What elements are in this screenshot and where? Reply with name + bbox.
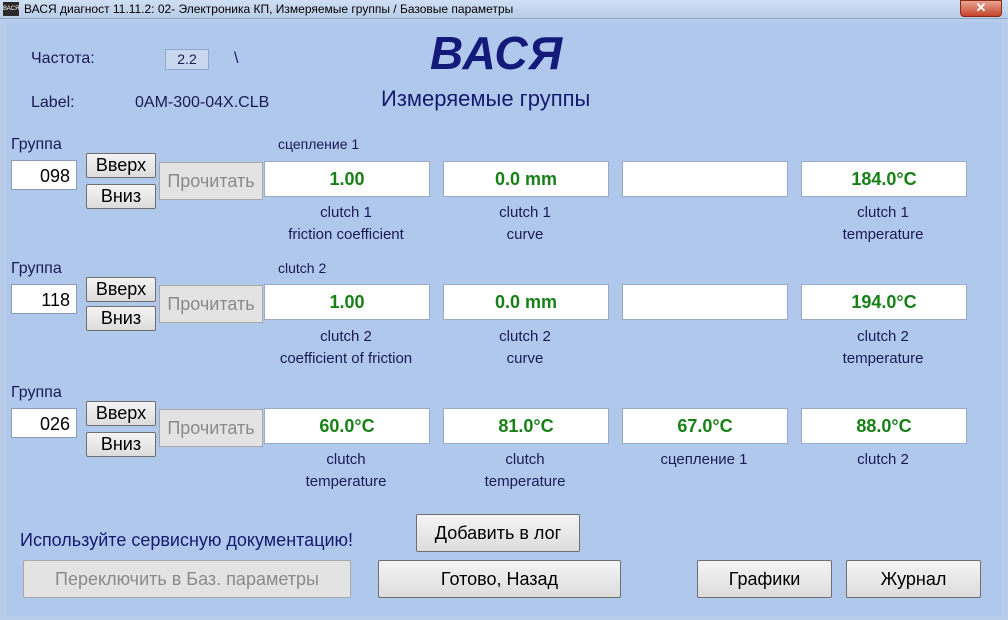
title-bar: ВАСЯ ВАСЯ диагност 11.11.2: 02- Электрон… [0,0,1008,19]
main-panel: Частота: 2.2 \ Label: 0AM-300-04X.CLB ВА… [6,22,1002,616]
close-button[interactable]: ✕ [960,0,1002,17]
group-down-button[interactable]: Вниз [86,184,156,209]
measurement-caption: clutch 1 curve [499,204,551,243]
measurement-caption: clutch temperature [484,451,566,490]
measurement-caption: clutch 2 coefficient of friction [279,328,413,367]
app-logo: ВАСЯ [430,27,564,79]
group-title: сцепление 1 [278,136,360,152]
measurement-caption: clutch 1 temperature [842,204,924,243]
measurement-value: 0.0 mm [443,284,609,320]
read-button[interactable]: Прочитать [159,162,263,200]
measurement-caption: clutch 2 temperature [842,328,924,367]
label-caption: Label: [31,94,75,111]
journal-button[interactable]: Журнал [846,560,981,598]
group-number-input[interactable]: 098 [11,160,77,190]
measurement-caption: сцепление 1 [660,451,748,468]
measurement-value: 60.0°C [264,408,430,444]
measurement-value: 81.0°C [443,408,609,444]
read-button[interactable]: Прочитать [159,285,263,323]
frequency-value: 2.2 [165,49,209,70]
measurement-caption: clutch 1 friction coefficient [288,204,404,243]
group-down-button[interactable]: Вниз [86,306,156,331]
group-label: Группа [11,136,62,153]
done-back-button[interactable]: Готово, Назад [378,560,621,598]
group-up-button[interactable]: Вверх [86,401,156,426]
window-title: ВАСЯ диагност 11.11.2: 02- Электроника К… [24,2,514,16]
group-down-button[interactable]: Вниз [86,432,156,457]
app-icon: ВАСЯ [3,2,19,16]
group-label: Группа [11,384,62,401]
group-up-button[interactable]: Вверх [86,277,156,302]
measurement-caption: clutch 2 curve [499,328,551,367]
service-notice: Используйте сервисную документацию! [20,530,354,550]
measurement-value: 0.0 mm [443,161,609,197]
group-label: Группа [11,260,62,277]
add-to-log-button[interactable]: Добавить в лог [416,514,580,552]
measurement-caption: clutch temperature [305,451,387,490]
read-button[interactable]: Прочитать [159,409,263,447]
measurement-caption: clutch 2 [857,451,909,468]
group-number-input[interactable]: 026 [11,408,77,438]
measurement-value [622,161,788,197]
measurement-value [622,284,788,320]
group-number-input[interactable]: 118 [11,284,77,314]
measurement-value: 67.0°C [622,408,788,444]
group-title: clutch 2 [278,260,327,276]
measurement-value: 1.00 [264,161,430,197]
page-title: Измеряемые группы [381,86,591,111]
activity-indicator: \ [234,50,239,67]
measurement-value: 184.0°C [801,161,967,197]
group-up-button[interactable]: Вверх [86,153,156,178]
switch-basic-params-button[interactable]: Переключить в Баз. параметры [23,560,351,598]
measurement-value: 1.00 [264,284,430,320]
frequency-label: Частота: [31,50,95,67]
measurement-value: 88.0°C [801,408,967,444]
label-file-value: 0AM-300-04X.CLB [135,94,270,111]
graphs-button[interactable]: Графики [697,560,832,598]
measurement-value: 194.0°C [801,284,967,320]
